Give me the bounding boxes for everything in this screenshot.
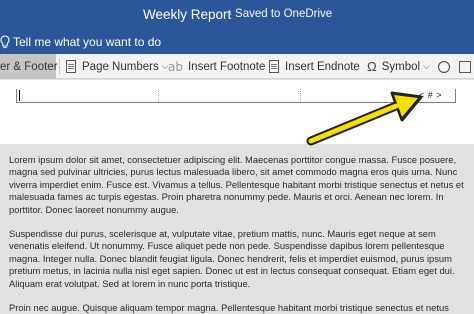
header-footer-button[interactable]: er & Footer <box>0 54 58 79</box>
tab-marker <box>300 89 301 102</box>
ribbon-toolbar: er & Footer Page Numbers ⌵ ab Insert Foo… <box>0 54 474 79</box>
document-body[interactable]: Lorem ipsum dolor sit amet, consectetuer… <box>9 154 467 314</box>
save-status: - Saved to OneDrive <box>228 8 333 20</box>
page-number-field[interactable]: < # > <box>419 90 442 100</box>
insert-endnote-button[interactable]: Insert Endnote <box>269 54 360 79</box>
page-numbers-label: Page Numbers <box>82 60 159 73</box>
chevron-down-icon: ⌵ <box>423 61 430 71</box>
comments-button[interactable] <box>459 54 471 79</box>
ribbon-divider <box>59 58 60 75</box>
header-footer-label: er & Footer <box>0 60 58 73</box>
insert-footnote-button[interactable]: ab Insert Footnote <box>168 54 265 79</box>
paragraph[interactable]: Proin nec augue. Quisque aliquam tempor … <box>9 302 467 314</box>
feedback-button[interactable] <box>438 54 450 79</box>
insert-footnote-label: Insert Footnote <box>187 60 266 73</box>
paragraph[interactable]: Suspendisse dui purus, scelerisque at, v… <box>9 228 467 290</box>
paragraph[interactable]: Lorem ipsum dolor sit amet, consectetuer… <box>9 154 467 216</box>
tab-marker <box>158 89 159 102</box>
lightbulb-icon <box>0 35 10 49</box>
smiley-icon <box>438 60 450 73</box>
omega-icon: Ω <box>367 59 377 74</box>
tell-me-input[interactable]: Tell me what you want to do <box>13 35 161 49</box>
document-title: Weekly Report <box>143 7 232 22</box>
page-numbers-button[interactable]: Page Numbers ⌵ <box>66 54 169 79</box>
insert-endnote-label: Insert Endnote <box>285 60 360 73</box>
page-numbers-icon <box>66 60 76 73</box>
title-bar: Weekly Report - Saved to OneDrive <box>0 0 474 30</box>
header-text-field[interactable] <box>16 89 456 103</box>
symbol-label: Symbol <box>381 60 421 73</box>
endnote-icon <box>269 60 279 73</box>
footnote-icon: ab <box>168 59 183 74</box>
tell-me-bar[interactable]: Tell me what you want to do <box>0 30 474 54</box>
comment-icon <box>459 60 471 73</box>
text-cursor <box>19 90 20 101</box>
symbol-button[interactable]: Ω Symbol ⌵ <box>367 54 430 79</box>
